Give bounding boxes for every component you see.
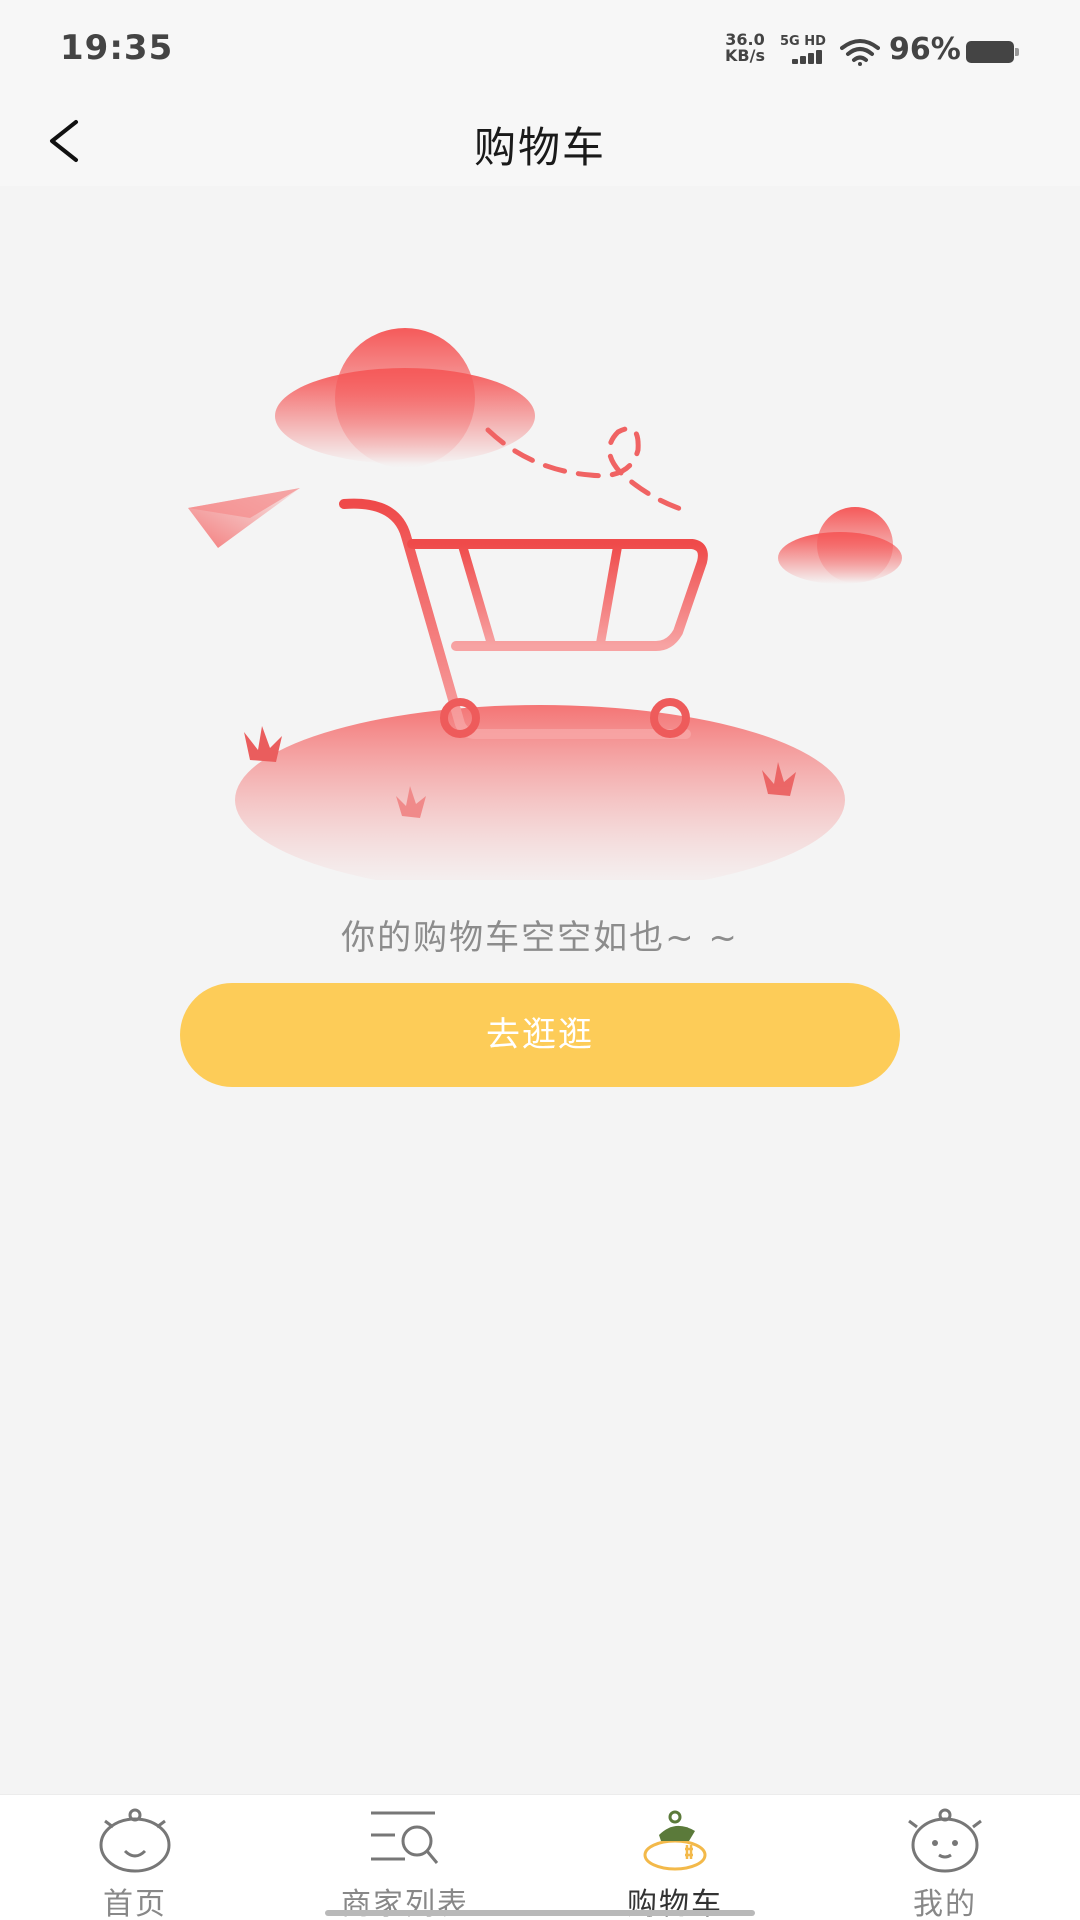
wifi-icon — [840, 39, 880, 66]
tab-merchants[interactable]: 商家列表 — [270, 1795, 540, 1920]
battery-percent: 96% — [889, 32, 961, 67]
merchant-list-icon — [371, 1811, 439, 1864]
status-time: 19:35 — [60, 28, 174, 68]
network-type: 5G HD — [780, 34, 826, 49]
flight-trail — [485, 426, 693, 515]
cloud-icon — [275, 328, 535, 468]
tab-cart[interactable]: 购物车 — [540, 1795, 810, 1920]
cart-page: 19:35 36.0 KB/s 5G HD 96% 购物车 你的购物车空空如也~… — [0, 0, 1080, 1920]
go-shopping-button[interactable]: 去逛逛 — [180, 983, 900, 1087]
status-bar: 19:35 36.0 KB/s 5G HD 96% — [0, 0, 1080, 96]
network-speed: 36.0 KB/s — [720, 32, 770, 64]
home-indicator[interactable] — [325, 1910, 755, 1916]
paper-plane-icon — [188, 488, 300, 548]
bottom-tab-bar: 首页 商家列表 购物车 我的 — [0, 1794, 1080, 1920]
cart-tab-icon — [643, 1810, 707, 1871]
network-speed-unit: KB/s — [725, 46, 765, 65]
shopping-cart-icon — [339, 498, 708, 739]
tab-home[interactable]: 首页 — [0, 1795, 270, 1920]
home-icon — [99, 1808, 171, 1873]
small-cloud-icon — [778, 507, 902, 584]
tab-profile[interactable]: 我的 — [810, 1795, 1080, 1920]
navigation-bar: 购物车 — [0, 96, 1080, 186]
signal-icon — [792, 50, 826, 64]
tab-home-label: 首页 — [103, 1887, 167, 1920]
tab-profile-label: 我的 — [913, 1887, 977, 1920]
profile-icon — [908, 1808, 982, 1873]
battery-icon — [966, 41, 1019, 63]
empty-cart-illustration — [188, 328, 902, 880]
empty-cart-message: 你的购物车空空如也~ ~ — [341, 918, 739, 958]
page-title: 购物车 — [473, 123, 606, 172]
